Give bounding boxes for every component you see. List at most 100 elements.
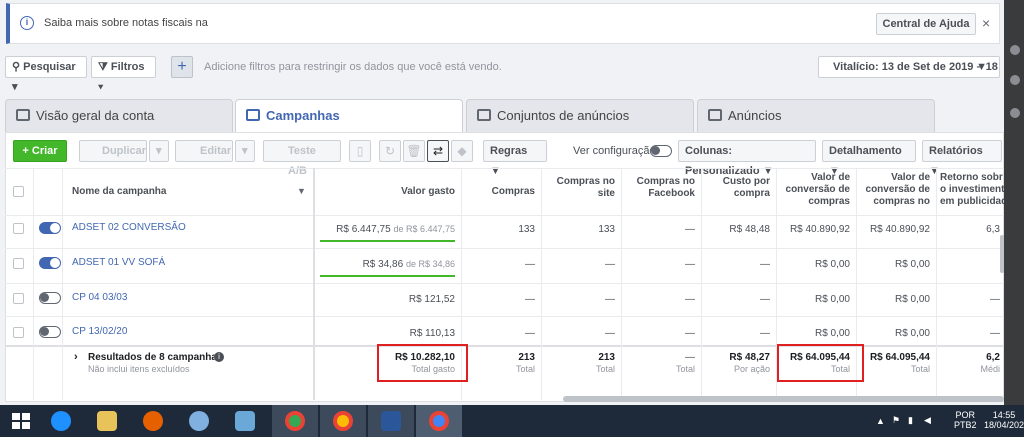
divider xyxy=(936,168,937,400)
taskbar-firefox[interactable] xyxy=(130,405,176,437)
highlight-box xyxy=(377,344,468,382)
total-cost-label: Por ação xyxy=(733,364,770,374)
taskbar-word[interactable] xyxy=(368,405,414,437)
conv-value-site-cell: R$ 0,00 xyxy=(894,259,930,270)
header-line: em publicidad xyxy=(940,196,1004,207)
col-header-purchases-site[interactable]: Compras no site xyxy=(545,176,615,200)
conv-value-cell: R$ 0,00 xyxy=(814,328,850,339)
side-icon[interactable] xyxy=(1010,108,1020,118)
network-icon[interactable]: ▮ xyxy=(908,415,913,426)
taskbar-ie[interactable] xyxy=(38,405,84,437)
row-checkbox[interactable] xyxy=(13,293,24,304)
clipboard-icon[interactable]: ▯ xyxy=(349,140,371,162)
edit-button[interactable]: Editar xyxy=(175,140,233,162)
chevron-down-icon[interactable]: ▾ xyxy=(149,140,169,162)
taskbar-chrome-1[interactable] xyxy=(272,405,318,437)
conv-value-cell: R$ 0,00 xyxy=(814,259,850,270)
vertical-scrollbar[interactable] xyxy=(1000,235,1004,273)
purchases-cell: — xyxy=(525,294,535,305)
flag-icon[interactable]: ⚑ xyxy=(892,415,900,426)
sort-icon[interactable]: ▼ xyxy=(297,186,306,196)
tab-campaigns[interactable]: Campanhas xyxy=(235,99,463,133)
campaign-name-link[interactable]: ADSET 01 VV SOFÁ xyxy=(72,257,165,268)
header-line: conversão de xyxy=(865,184,930,195)
spent-budget: de R$ 34,86 xyxy=(405,259,455,269)
info-icon[interactable]: i xyxy=(214,352,224,362)
divider xyxy=(5,168,1004,169)
total-cost: R$ 48,27 xyxy=(729,352,770,363)
purchases-site-cell: — xyxy=(605,259,615,270)
help-center-button[interactable]: Central de Ajuda xyxy=(876,13,976,35)
col-header-spent[interactable]: Valor gasto xyxy=(320,186,455,198)
chevron-down-icon: ▼ xyxy=(490,165,501,177)
rules-button[interactable]: Regras ▼ xyxy=(483,140,547,177)
refresh-icon[interactable]: ↻ xyxy=(379,140,401,162)
search-button[interactable]: ⚲ Pesquisar ▾ xyxy=(5,56,87,93)
filters-button[interactable]: ⧩ Filtros ▾ xyxy=(91,56,156,93)
side-icon[interactable] xyxy=(1010,45,1020,55)
campaign-name-link[interactable]: CP 04 03/03 xyxy=(72,292,127,303)
duplicate-button[interactable]: Duplicar xyxy=(79,140,147,162)
trash-icon[interactable]: 🗑 xyxy=(403,140,425,162)
campaign-toggle[interactable] xyxy=(39,222,61,234)
col-header-roas[interactable]: Retorno sobr o investiment em publicidad xyxy=(940,172,1004,208)
view-config-toggle[interactable] xyxy=(650,145,672,157)
reports-label: Relatórios xyxy=(929,145,983,157)
tab-ads[interactable]: Anúncios xyxy=(697,99,935,132)
col-header-purchases[interactable]: Compras xyxy=(465,186,535,198)
divider xyxy=(62,168,63,400)
tab-ad-sets[interactable]: Conjuntos de anúncios xyxy=(466,99,694,132)
col-header-conv-value-site[interactable]: Valor de conversão de compras no xyxy=(860,172,930,208)
campaign-toggle[interactable] xyxy=(39,292,61,304)
ad-icon xyxy=(708,109,722,121)
campaign-toggle[interactable] xyxy=(39,326,61,338)
tab-account-overview[interactable]: Visão geral da conta xyxy=(5,99,233,132)
spent-cell: R$ 121,52 xyxy=(408,294,455,305)
row-checkbox[interactable] xyxy=(13,258,24,269)
overview-icon xyxy=(16,109,30,121)
preview-icon[interactable]: ⇄ xyxy=(427,140,449,162)
expand-chevron-icon[interactable]: › xyxy=(74,351,78,363)
header-line: compras xyxy=(808,196,850,207)
close-icon[interactable]: × xyxy=(982,15,990,31)
folder-icon xyxy=(97,411,117,431)
add-filter-button[interactable]: + xyxy=(171,56,193,78)
cost-cell: R$ 48,48 xyxy=(729,224,770,235)
volume-icon[interactable]: ◀ xyxy=(924,415,931,426)
col-header-conv-value[interactable]: Valor de conversão de compras xyxy=(780,172,850,208)
header-line: site xyxy=(597,188,615,199)
create-button[interactable]: + Criar xyxy=(13,140,67,162)
tray-up-arrow-icon[interactable]: ▲ xyxy=(876,416,885,426)
campaign-toggle[interactable] xyxy=(39,257,61,269)
side-icon[interactable] xyxy=(1010,75,1020,85)
horizontal-scrollbar[interactable] xyxy=(563,396,1004,402)
campaign-name-link[interactable]: ADSET 02 CONVERSÃO xyxy=(72,222,186,233)
columns-button[interactable]: Colunas: Personalizado ▼ xyxy=(678,140,816,177)
row-checkbox[interactable] xyxy=(13,327,24,338)
taskbar-chrome-2[interactable] xyxy=(320,405,366,437)
breakdown-button[interactable]: Detalhamento ▼ xyxy=(822,140,916,177)
row-checkbox[interactable] xyxy=(13,223,24,234)
col-header-purchases-fb[interactable]: Compras no Facebook xyxy=(625,176,695,200)
spent-value: R$ 34,86 xyxy=(362,259,404,270)
select-all-checkbox[interactable] xyxy=(13,186,24,197)
header-line: Custo por xyxy=(722,176,770,187)
language-indicator[interactable]: POR PTB2 xyxy=(954,410,977,430)
taskbar-chrome-3[interactable] xyxy=(416,405,462,437)
taskbar-notes[interactable] xyxy=(222,405,268,437)
date-range-picker[interactable]: Vitalício: 13 de Set de 2019 – 18 ▼ xyxy=(818,56,1000,78)
total-purchases-fb-label: Total xyxy=(675,364,695,374)
conv-value-cell: R$ 0,00 xyxy=(814,294,850,305)
tag-icon[interactable]: ◆ xyxy=(451,140,473,162)
campaign-name-link[interactable]: CP 13/02/20 xyxy=(72,326,127,337)
purchases-cell: — xyxy=(525,259,535,270)
taskbar-paint[interactable] xyxy=(176,405,222,437)
col-header-cost[interactable]: Custo por compra xyxy=(705,176,770,200)
col-header-name[interactable]: Nome da campanha xyxy=(72,186,166,198)
chevron-down-icon: ▾ xyxy=(98,81,104,93)
ab-test-button[interactable]: Teste A/B xyxy=(263,140,341,177)
chevron-down-icon[interactable]: ▾ xyxy=(235,140,255,162)
clock[interactable]: 14:5518/04/2020 xyxy=(984,410,1024,430)
taskbar-explorer[interactable] xyxy=(84,405,130,437)
reports-button[interactable]: Relatórios ▼ xyxy=(922,140,1002,177)
